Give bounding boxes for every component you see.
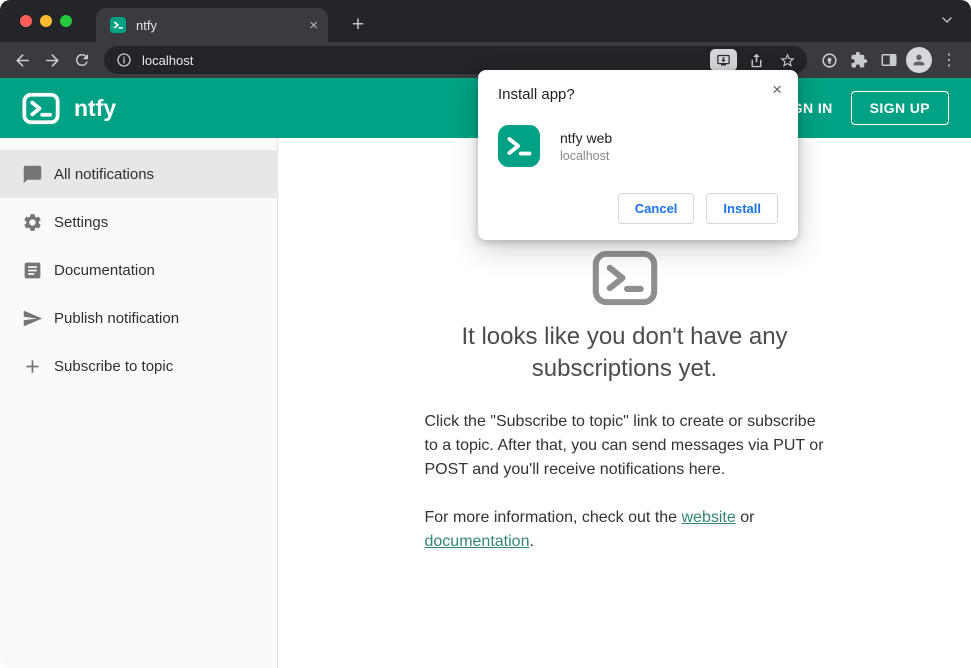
chat-bubble-icon	[20, 162, 44, 186]
window-controls	[20, 15, 72, 27]
more-info-text: .	[529, 532, 534, 550]
minimize-window-button[interactable]	[40, 15, 52, 27]
extensions-puzzle-icon[interactable]	[845, 46, 873, 74]
tab-close-icon[interactable]: ×	[309, 18, 318, 33]
close-window-button[interactable]	[20, 15, 32, 27]
app-title: ntfy	[74, 94, 117, 121]
ntfy-logo-icon	[22, 92, 60, 125]
more-info-text: or	[735, 508, 755, 526]
empty-state-more-info: For more information, check out the webs…	[425, 506, 825, 554]
back-button[interactable]	[8, 46, 36, 74]
reload-button[interactable]	[68, 46, 96, 74]
documentation-link[interactable]: documentation	[425, 533, 530, 550]
empty-state-heading: It looks like you don't have any subscri…	[461, 323, 788, 383]
sidebar-item-label: Documentation	[54, 261, 155, 279]
sidebar-item-label: Publish notification	[54, 309, 180, 327]
sidebar-item-subscribe-to-topic[interactable]: Subscribe to topic	[0, 342, 277, 390]
sidebar: All notifications Settings Documentation…	[0, 138, 278, 668]
more-info-text: For more information, check out the	[424, 508, 682, 526]
sidebar-item-settings[interactable]: Settings	[0, 198, 277, 246]
dialog-close-icon[interactable]: ×	[772, 81, 782, 98]
empty-state-paragraph: Click the "Subscribe to topic" link to c…	[424, 412, 824, 478]
install-app-dialog: Install app? × ntfy web localhost Cancel…	[478, 70, 798, 240]
website-link[interactable]: website	[682, 509, 736, 526]
new-tab-button[interactable]: +	[344, 11, 372, 39]
browser-window: ntfy × + localhost ⋮ ntfy SIGN IN SIGN U…	[0, 0, 971, 668]
sidebar-item-label: Subscribe to topic	[54, 357, 174, 375]
sidebar-item-label: Settings	[54, 213, 109, 231]
sidebar-item-label: All notifications	[54, 165, 155, 183]
install-dialog-title: Install app?	[498, 86, 575, 103]
browser-menu-kebab-icon[interactable]: ⋮	[935, 46, 963, 74]
url-text: localhost	[142, 52, 194, 68]
tab-favicon-ntfy-icon	[110, 17, 126, 33]
bookmark-star-icon[interactable]	[775, 48, 799, 72]
tab-search-chevron-icon[interactable]	[939, 12, 955, 28]
browser-tab[interactable]: ntfy ×	[96, 8, 328, 42]
install-app-origin: localhost	[560, 148, 610, 163]
empty-state: It looks like you don't have any subscri…	[425, 250, 825, 554]
sidebar-item-documentation[interactable]: Documentation	[0, 246, 277, 294]
avatar-person-icon	[906, 47, 932, 73]
forward-button[interactable]	[38, 46, 66, 74]
sidebar-item-all-notifications[interactable]: All notifications	[0, 150, 277, 198]
side-panel-icon[interactable]	[875, 46, 903, 74]
gear-icon	[20, 210, 44, 234]
install-app-name: ntfy web	[560, 129, 613, 146]
password-extension-icon[interactable]	[815, 46, 843, 74]
zoom-window-button[interactable]	[60, 15, 72, 27]
titlebar: ntfy × +	[0, 0, 971, 42]
tab-title: ntfy	[136, 17, 157, 33]
site-info-icon[interactable]	[114, 50, 134, 70]
book-icon	[20, 258, 44, 282]
sign-up-button[interactable]: SIGN UP	[850, 91, 949, 125]
send-icon	[20, 306, 44, 330]
profile-avatar[interactable]	[905, 46, 933, 74]
cancel-button[interactable]: Cancel	[617, 193, 695, 224]
install-app-ntfy-icon	[498, 125, 540, 167]
sidebar-item-publish-notification[interactable]: Publish notification	[0, 294, 277, 342]
install-app-icon[interactable]	[710, 49, 737, 71]
share-icon[interactable]	[744, 48, 768, 72]
ntfy-terminal-icon	[425, 250, 825, 311]
plus-icon	[20, 354, 44, 378]
install-button[interactable]: Install	[706, 193, 778, 224]
